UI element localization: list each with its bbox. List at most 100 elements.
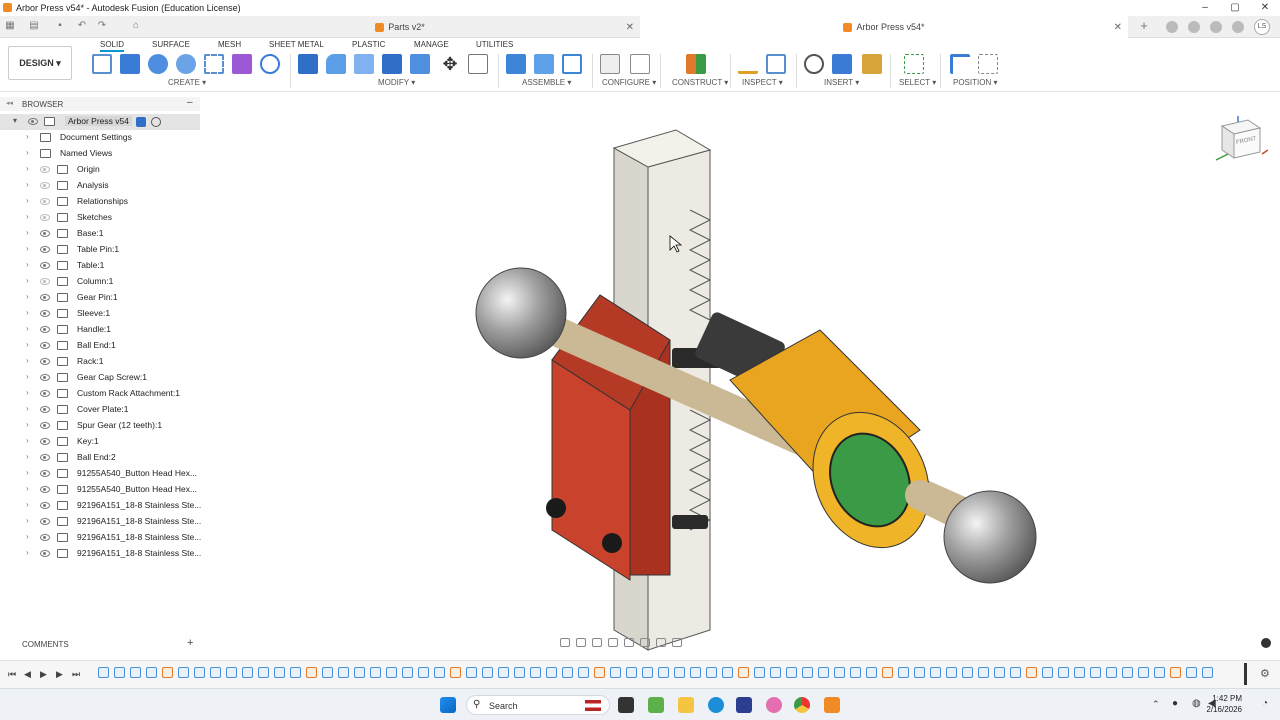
eye-icon[interactable] bbox=[40, 438, 50, 445]
align-icon[interactable] bbox=[468, 54, 488, 74]
timeline-feature-icon[interactable] bbox=[338, 667, 349, 678]
system-clock[interactable]: 1:42 PM 2/16/2026 bbox=[1206, 693, 1242, 715]
timeline-feature-icon[interactable] bbox=[882, 667, 893, 678]
eye-icon[interactable] bbox=[40, 454, 50, 461]
timeline-feature-icon[interactable] bbox=[1186, 667, 1197, 678]
timeline-feature-icon[interactable] bbox=[514, 667, 525, 678]
automate-icon[interactable] bbox=[260, 54, 280, 74]
shell-icon[interactable] bbox=[382, 54, 402, 74]
timeline-feature-icon[interactable] bbox=[1090, 667, 1101, 678]
step-forward-icon[interactable]: ▶ bbox=[56, 669, 63, 680]
eye-icon[interactable] bbox=[40, 550, 50, 557]
chevron-right-icon[interactable]: › bbox=[26, 532, 29, 541]
timeline-feature-icon[interactable] bbox=[658, 667, 669, 678]
play-icon[interactable]: ▶ bbox=[40, 669, 47, 680]
home-icon[interactable]: ⌂ bbox=[130, 20, 142, 32]
timeline-feature-icon[interactable] bbox=[178, 667, 189, 678]
app-grid-icon[interactable]: ▦ bbox=[4, 20, 16, 32]
timeline-feature-icon[interactable] bbox=[994, 667, 1005, 678]
timeline-feature-icon[interactable] bbox=[450, 667, 461, 678]
chevron-right-icon[interactable]: › bbox=[26, 340, 29, 349]
browser-item[interactable]: › Rack:1 bbox=[0, 354, 200, 370]
job-status-icon[interactable] bbox=[1166, 21, 1178, 33]
new-tab-icon[interactable]: + bbox=[1138, 19, 1150, 32]
browser-item[interactable]: › Table:1 bbox=[0, 258, 200, 274]
timeline-feature-icon[interactable] bbox=[802, 667, 813, 678]
timeline-feature-icon[interactable] bbox=[962, 667, 973, 678]
chevron-right-icon[interactable]: › bbox=[26, 452, 29, 461]
chevron-right-icon[interactable]: › bbox=[26, 164, 29, 173]
tab-utilities[interactable]: UTILITIES bbox=[476, 40, 513, 49]
chevron-right-icon[interactable]: › bbox=[26, 548, 29, 557]
insert-mcmaster-icon[interactable] bbox=[862, 54, 882, 74]
undo-icon[interactable]: ↶ bbox=[76, 20, 88, 32]
chevron-right-icon[interactable]: › bbox=[26, 436, 29, 445]
workspace-switcher[interactable]: DESIGN ▾ bbox=[8, 46, 72, 80]
taskbar-search[interactable]: ⚲ Search bbox=[466, 695, 610, 715]
3d-viewport[interactable] bbox=[400, 110, 1120, 660]
browser-item[interactable]: › Table Pin:1 bbox=[0, 242, 200, 258]
hole-icon[interactable] bbox=[176, 54, 196, 74]
close-tab-icon[interactable]: ✕ bbox=[1114, 22, 1122, 33]
save-icon[interactable]: ▪ bbox=[54, 20, 66, 32]
new-component-icon[interactable] bbox=[506, 54, 526, 74]
browser-item[interactable]: › Relationships bbox=[0, 194, 200, 210]
timeline-feature-icon[interactable] bbox=[290, 667, 301, 678]
chevron-right-icon[interactable]: › bbox=[26, 212, 29, 221]
eye-icon[interactable] bbox=[40, 278, 50, 285]
browser-item[interactable]: › Gear Pin:1 bbox=[0, 290, 200, 306]
move-icon[interactable]: ✥ bbox=[440, 54, 460, 74]
chevron-right-icon[interactable]: › bbox=[26, 292, 29, 301]
browser-item[interactable]: › Gear Cap Screw:1 bbox=[0, 370, 200, 386]
press-pull-icon[interactable] bbox=[298, 54, 318, 74]
timeline-feature-icon[interactable] bbox=[1106, 667, 1117, 678]
position-menu[interactable]: POSITION ▾ bbox=[953, 78, 997, 87]
revert-position-icon[interactable] bbox=[978, 54, 998, 74]
timeline-feature-icon[interactable] bbox=[578, 667, 589, 678]
timeline-feature-icon[interactable] bbox=[1042, 667, 1053, 678]
chevron-right-icon[interactable]: › bbox=[26, 260, 29, 269]
timeline-feature-icon[interactable] bbox=[1154, 667, 1165, 678]
browser-item[interactable]: › Custom Rack Attachment:1 bbox=[0, 386, 200, 402]
eye-icon[interactable] bbox=[40, 214, 50, 221]
eye-icon[interactable] bbox=[40, 374, 50, 381]
timeline-feature-icon[interactable] bbox=[1026, 667, 1037, 678]
timeline-feature-icon[interactable] bbox=[498, 667, 509, 678]
timeline-feature-icon[interactable] bbox=[402, 667, 413, 678]
file-menu-icon[interactable]: ▤ bbox=[28, 20, 40, 32]
browser-item[interactable]: › Sleeve:1 bbox=[0, 306, 200, 322]
extensions-icon[interactable] bbox=[1188, 21, 1200, 33]
fit-icon[interactable] bbox=[624, 637, 634, 647]
notifications-icon[interactable] bbox=[1210, 21, 1222, 33]
pan-icon[interactable] bbox=[592, 637, 602, 647]
user-avatar[interactable]: LS bbox=[1254, 19, 1270, 35]
orbit-icon[interactable] bbox=[560, 637, 570, 647]
eye-icon[interactable] bbox=[40, 198, 50, 205]
timeline-feature-icon[interactable] bbox=[818, 667, 829, 678]
eye-icon[interactable] bbox=[40, 342, 50, 349]
modify-menu[interactable]: MODIFY ▾ bbox=[378, 78, 415, 87]
eye-icon[interactable] bbox=[28, 118, 38, 125]
redo-icon[interactable]: ↷ bbox=[96, 20, 108, 32]
timeline-feature-icon[interactable] bbox=[978, 667, 989, 678]
chevron-right-icon[interactable]: › bbox=[26, 228, 29, 237]
tab-arbor-press[interactable]: Arbor Press v54* ✕ bbox=[640, 16, 1128, 38]
create-menu[interactable]: CREATE ▾ bbox=[168, 78, 206, 87]
timeline-feature-icon[interactable] bbox=[258, 667, 269, 678]
browser-root[interactable]: ▾ Arbor Press v54 bbox=[0, 114, 200, 130]
tab-solid[interactable]: SOLID bbox=[100, 40, 125, 52]
help-icon[interactable] bbox=[1232, 21, 1244, 33]
zoom-icon[interactable] bbox=[608, 637, 618, 647]
browser-item[interactable]: › 91255A540_Button Head Hex... bbox=[0, 482, 200, 498]
network-icon[interactable]: ◍ bbox=[1192, 698, 1201, 709]
chevron-right-icon[interactable]: › bbox=[26, 516, 29, 525]
browser-item[interactable]: › Ball End:1 bbox=[0, 338, 200, 354]
maximize-button[interactable]: ▢ bbox=[1220, 0, 1250, 16]
chevron-right-icon[interactable]: › bbox=[26, 420, 29, 429]
browser-item[interactable]: › Origin bbox=[0, 162, 200, 178]
table-icon[interactable] bbox=[630, 54, 650, 74]
browser-item[interactable]: › Column:1 bbox=[0, 274, 200, 290]
browser-item[interactable]: › Handle:1 bbox=[0, 322, 200, 338]
timeline-feature-icon[interactable] bbox=[370, 667, 381, 678]
eye-icon[interactable] bbox=[40, 390, 50, 397]
